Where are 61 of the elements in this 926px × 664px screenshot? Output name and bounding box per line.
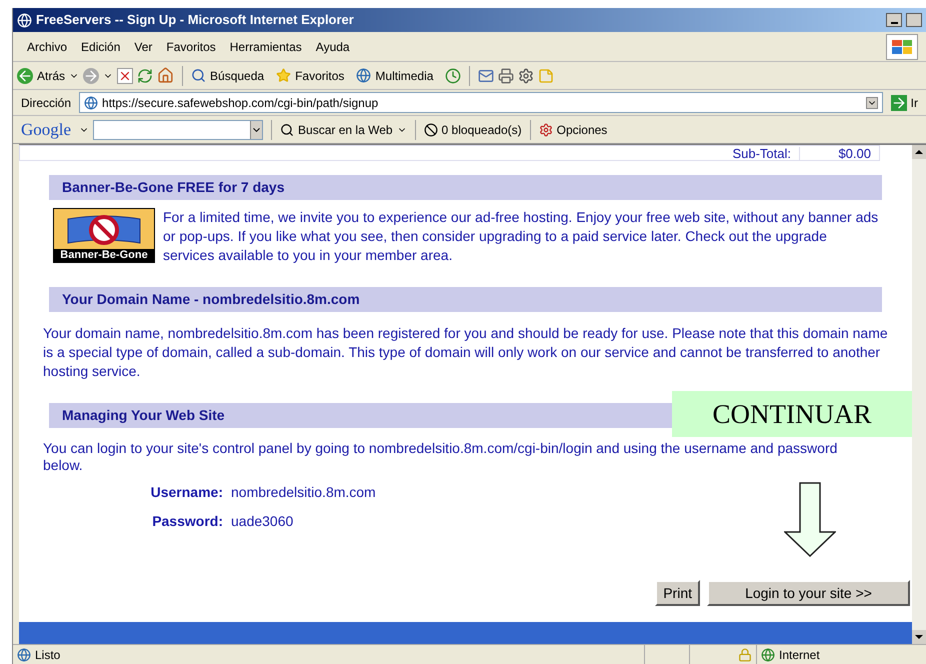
page-icon — [17, 648, 31, 662]
scrollbar[interactable] — [912, 145, 926, 644]
section-heading: Your Domain Name - nombredelsitio.8m.com — [49, 287, 882, 312]
address-field[interactable]: https://secure.safewebshop.com/cgi-bin/path/signup — [79, 92, 883, 113]
menu-item[interactable]: Edición — [75, 38, 126, 56]
zone-text: Internet — [779, 646, 820, 664]
print-button[interactable]: Print — [655, 580, 700, 606]
status-text: Listo — [35, 646, 62, 664]
search-button[interactable]: Búsqueda — [191, 66, 264, 84]
menu-item[interactable]: Favoritos — [160, 38, 222, 56]
page-icon — [84, 96, 98, 110]
dropdown-icon[interactable] — [866, 96, 878, 108]
globe-icon — [356, 68, 372, 83]
banner-logo-text: Banner-Be-Gone — [54, 249, 154, 262]
media-button[interactable]: Multimedia — [356, 66, 434, 84]
field-label: Password: — [151, 512, 223, 531]
menu-item[interactable]: Ver — [128, 38, 158, 56]
menu-item[interactable]: Herramientas — [224, 38, 308, 56]
print-icon[interactable] — [498, 68, 514, 84]
blocked-icon — [424, 122, 438, 136]
dropdown-icon[interactable] — [250, 120, 262, 138]
star-icon — [276, 68, 292, 83]
google-search-field[interactable] — [93, 120, 264, 140]
section-text: You can login to your site's control panel by going to nombredelsitio.8m.com/cgi-bin/login and using the username and password below. — [43, 440, 838, 474]
globe-icon — [761, 648, 775, 662]
search-web-button[interactable]: Buscar en la Web — [280, 120, 393, 138]
refresh-icon[interactable] — [137, 68, 154, 84]
search-icon — [191, 68, 206, 83]
subtotal-label: Sub-Total: — [731, 146, 792, 160]
stop-icon[interactable] — [117, 68, 134, 84]
home-icon[interactable] — [157, 67, 174, 84]
login-button[interactable]: Login to your site >> — [707, 580, 910, 606]
lock-icon — [738, 648, 752, 662]
popup-blocker-button[interactable]: 0 bloqueado(s) — [424, 120, 522, 138]
subtotal-value: $0.00 — [799, 146, 879, 160]
favorites-button[interactable]: Favoritos — [276, 66, 344, 84]
section-text: For a limited time, we invite you to experience our ad-free hosting. Enjoy your free web site, without any banner ads or pop-ups. If you like what you see, then consider upgrading to a paid service later. Check out the upgrade services available to you in your member area. — [163, 208, 880, 265]
minimize-button[interactable] — [886, 13, 902, 27]
gear-icon — [538, 122, 553, 136]
mail-icon[interactable] — [478, 68, 494, 84]
search-icon — [280, 122, 294, 136]
window-title: FreeServers -- Sign Up - Microsoft Internet Explorer — [36, 11, 355, 30]
menu-item[interactable]: Ayuda — [310, 38, 356, 56]
address-label: Dirección — [20, 94, 72, 112]
section-text: Your domain name, nombredelsitio.8m.com has been registered for you and should be ready for use. Please note that this domain name is a special type of domain, called a sub-domain. This type of domain will only work on our service and cannot be transferred to another hosting service. — [42, 324, 889, 381]
field-value: uade3060 — [231, 512, 294, 531]
maximize-button[interactable] — [906, 13, 922, 27]
menu-item[interactable]: Archivo — [21, 38, 74, 56]
continue-callout: CONTINUAR — [672, 391, 912, 437]
field-label: Username: — [150, 483, 223, 502]
options-button[interactable]: Opciones — [538, 120, 608, 138]
section-heading: Banner-Be-Gone FREE for 7 days — [49, 175, 882, 200]
scroll-down-icon[interactable] — [912, 630, 926, 644]
windows-logo-icon — [886, 34, 918, 60]
field-value: nombredelsitio.8m.com — [231, 483, 376, 502]
down-arrow-icon — [784, 482, 836, 557]
google-logo[interactable]: Google — [17, 116, 76, 142]
history-icon[interactable] — [445, 68, 462, 84]
go-button[interactable]: Ir — [886, 94, 922, 112]
scroll-up-icon[interactable] — [912, 145, 926, 159]
back-button[interactable]: Atrás — [17, 66, 66, 84]
